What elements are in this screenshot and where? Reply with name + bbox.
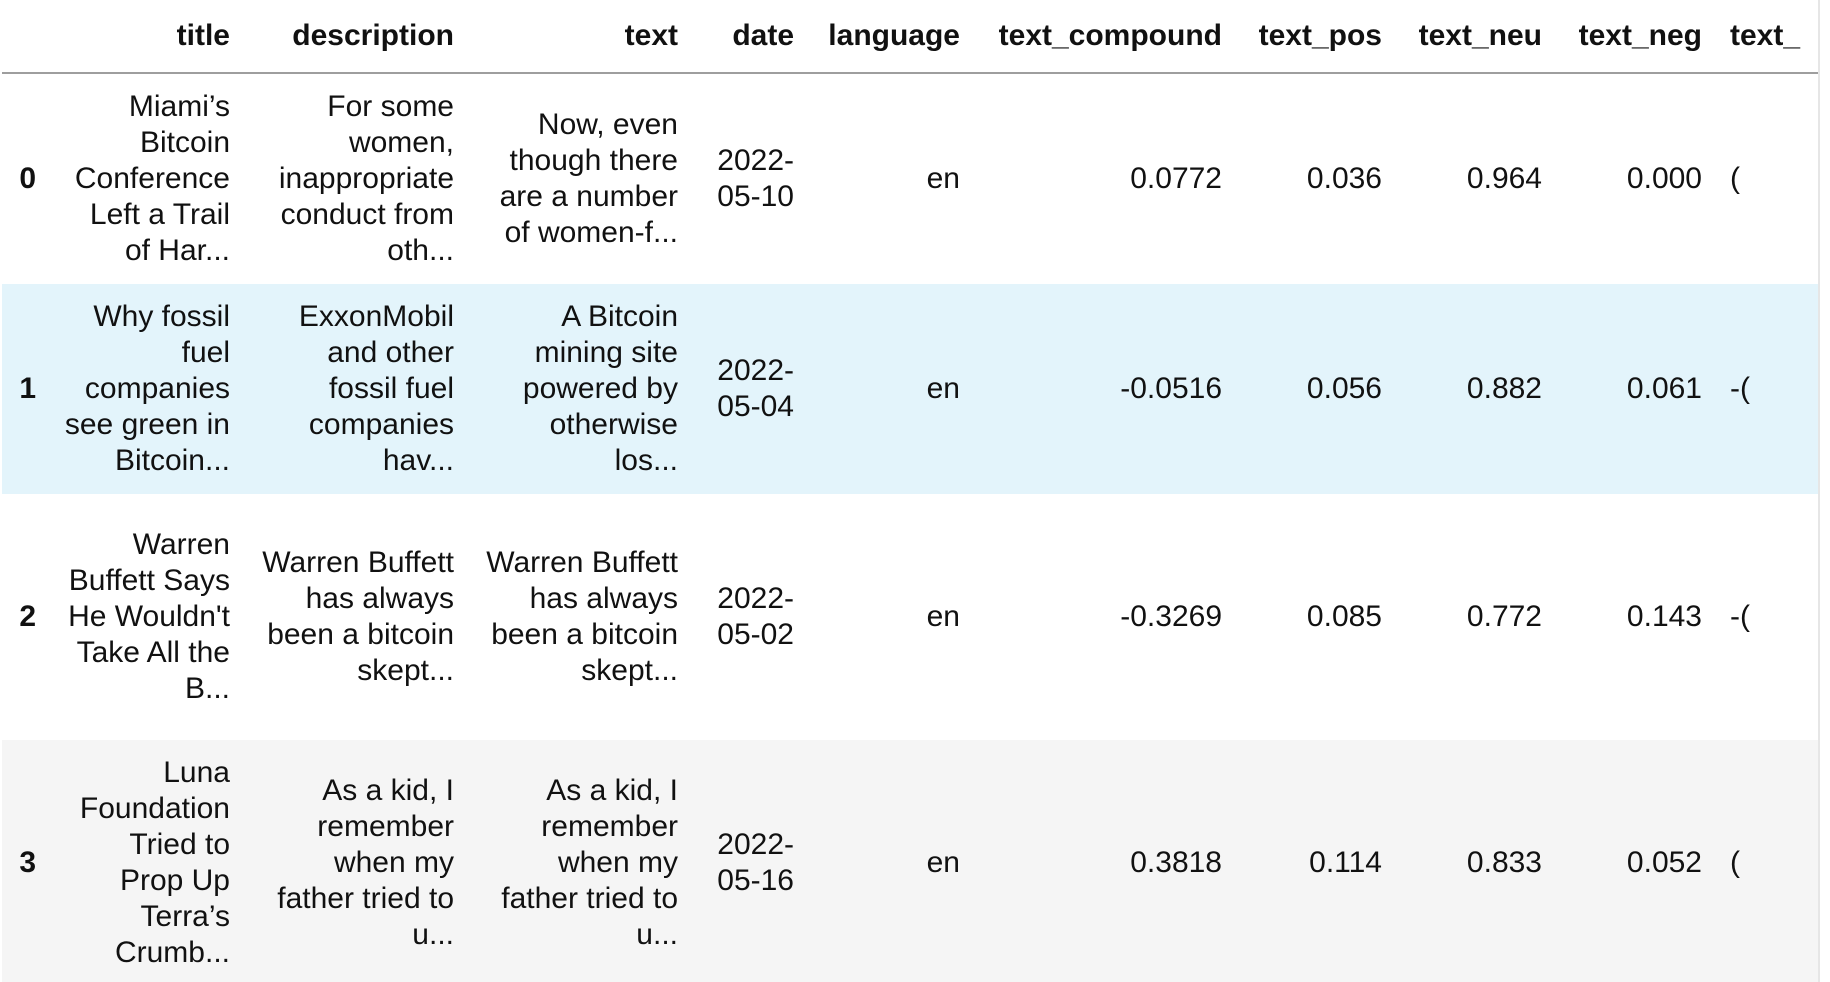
cell-text-neu: 0.772 (1396, 494, 1556, 740)
header-text-pos: text_pos (1236, 0, 1396, 74)
header-language: language (808, 0, 974, 74)
cell-text-neg: 0.000 (1556, 73, 1716, 284)
cell-language: en (808, 494, 974, 740)
cell-description: Warren Buffett has always been a bitcoin… (244, 494, 468, 740)
row-index: 3 (2, 740, 44, 982)
cell-description: As a kid, I remember when my father trie… (244, 740, 468, 982)
cell-truncated: ( (1716, 740, 1818, 982)
cell-text-compound: -0.3269 (974, 494, 1236, 740)
header-title: title (44, 0, 244, 74)
header-description: description (244, 0, 468, 74)
cell-title: Miami’s Bitcoin Conference Left a Trail … (44, 73, 244, 284)
cell-date: 2022-05-10 (692, 73, 808, 284)
cell-text-neu: 0.964 (1396, 73, 1556, 284)
cell-text-compound: -0.0516 (974, 284, 1236, 494)
header-text-compound: text_compound (974, 0, 1236, 74)
cell-date: 2022-05-02 (692, 494, 808, 740)
cell-text: Now, even though there are a number of w… (468, 73, 692, 284)
cell-text-neu: 0.833 (1396, 740, 1556, 982)
cell-text-pos: 0.036 (1236, 73, 1396, 284)
cell-text-neg: 0.061 (1556, 284, 1716, 494)
header-date: date (692, 0, 808, 74)
header-index (2, 0, 44, 74)
header-row: title description text date language tex… (2, 0, 1818, 74)
cell-truncated: -( (1716, 284, 1818, 494)
cell-language: en (808, 284, 974, 494)
cell-truncated: ( (1716, 73, 1818, 284)
cell-text-neg: 0.143 (1556, 494, 1716, 740)
dataframe-output: title description text date language tex… (0, 0, 1820, 982)
dataframe-table: title description text date language tex… (2, 0, 1818, 982)
table-row: 1 Why fossil fuel companies see green in… (2, 284, 1818, 494)
cell-truncated: -( (1716, 494, 1818, 740)
cell-text-pos: 0.056 (1236, 284, 1396, 494)
cell-date: 2022-05-16 (692, 740, 808, 982)
cell-title: Luna Foundation Tried to Prop Up Terra’s… (44, 740, 244, 982)
cell-language: en (808, 740, 974, 982)
cell-text-pos: 0.114 (1236, 740, 1396, 982)
cell-text-neu: 0.882 (1396, 284, 1556, 494)
cell-title: Warren Buffett Says He Wouldn't Take All… (44, 494, 244, 740)
table-row: 2 Warren Buffett Says He Wouldn't Take A… (2, 494, 1818, 740)
cell-text: A Bitcoin mining site powered by otherwi… (468, 284, 692, 494)
cell-text: As a kid, I remember when my father trie… (468, 740, 692, 982)
cell-text-compound: 0.3818 (974, 740, 1236, 982)
cell-text-neg: 0.052 (1556, 740, 1716, 982)
header-text-neg: text_neg (1556, 0, 1716, 74)
cell-description: ExxonMobil and other fossil fuel compani… (244, 284, 468, 494)
cell-text: Warren Buffett has always been a bitcoin… (468, 494, 692, 740)
row-index: 2 (2, 494, 44, 740)
cell-description: For some women, inappropriate conduct fr… (244, 73, 468, 284)
row-index: 0 (2, 73, 44, 284)
header-text-truncated: text_ (1716, 0, 1818, 74)
cell-text-compound: 0.0772 (974, 73, 1236, 284)
header-text-neu: text_neu (1396, 0, 1556, 74)
cell-text-pos: 0.085 (1236, 494, 1396, 740)
cell-title: Why fossil fuel companies see green in B… (44, 284, 244, 494)
cell-language: en (808, 73, 974, 284)
table-row: 0 Miami’s Bitcoin Conference Left a Trai… (2, 73, 1818, 284)
cell-date: 2022-05-04 (692, 284, 808, 494)
header-text: text (468, 0, 692, 74)
row-index: 1 (2, 284, 44, 494)
table-row: 3 Luna Foundation Tried to Prop Up Terra… (2, 740, 1818, 982)
